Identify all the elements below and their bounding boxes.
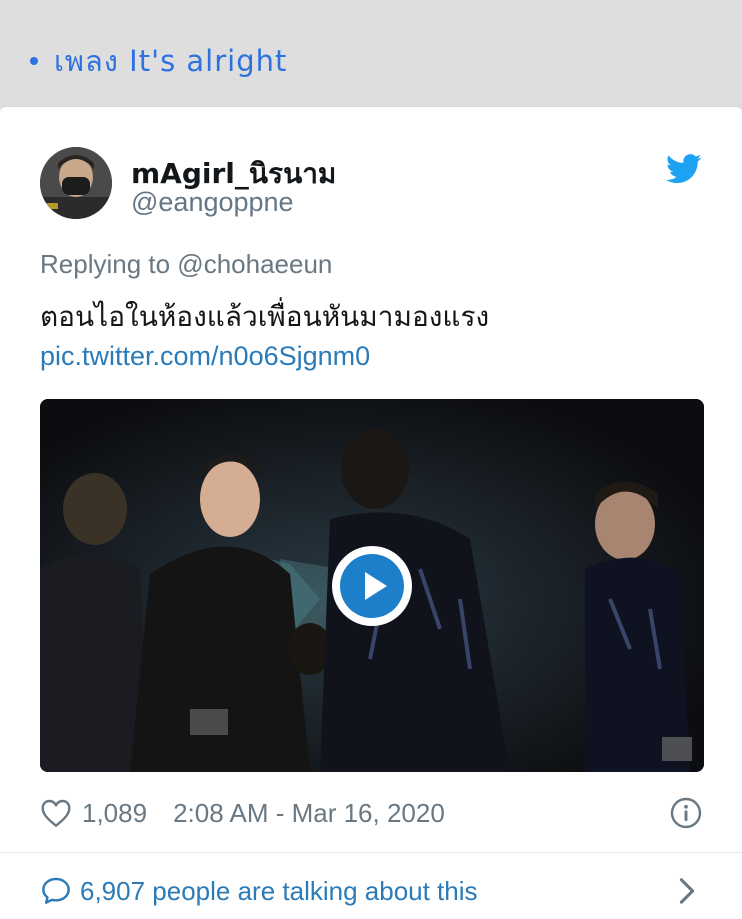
play-icon <box>340 554 404 618</box>
video-thumbnail[interactable] <box>40 399 704 772</box>
talking-about-text[interactable]: 6,907 people are talking about this <box>80 876 478 907</box>
divider <box>0 852 742 853</box>
reply-context[interactable]: Replying to @chohaeeun <box>40 249 332 280</box>
bullet-item: เพลง It's alright <box>30 44 287 78</box>
info-icon[interactable] <box>670 797 702 829</box>
twitter-bird-icon[interactable] <box>666 153 702 185</box>
chevron-right-icon[interactable] <box>678 877 696 905</box>
heart-icon[interactable] <box>40 798 72 828</box>
play-button[interactable] <box>332 546 412 626</box>
song-title: เพลง It's alright <box>54 44 288 78</box>
bullet-dot-icon <box>30 57 38 65</box>
speech-bubble-icon <box>42 877 70 904</box>
tweet-text: ตอนไอในห้องแล้วเพื่อนหันมามองแรง <box>40 300 490 333</box>
tweet-media-link[interactable]: pic.twitter.com/n0o6Sjgnm0 <box>40 341 370 372</box>
conversation-link[interactable]: 6,907 people are talking about this <box>40 873 704 909</box>
embedded-tweet-card[interactable]: mAgirl_นิรนาม @eangoppne Replying to @ch… <box>0 106 742 919</box>
timestamp[interactable]: 2:08 AM - Mar 16, 2020 <box>173 798 445 829</box>
like-count[interactable]: 1,089 <box>82 798 147 829</box>
avatar[interactable] <box>40 147 112 219</box>
tweet-meta: 1,089 2:08 AM - Mar 16, 2020 <box>40 795 704 831</box>
user-handle[interactable]: @eangoppne <box>131 187 294 218</box>
